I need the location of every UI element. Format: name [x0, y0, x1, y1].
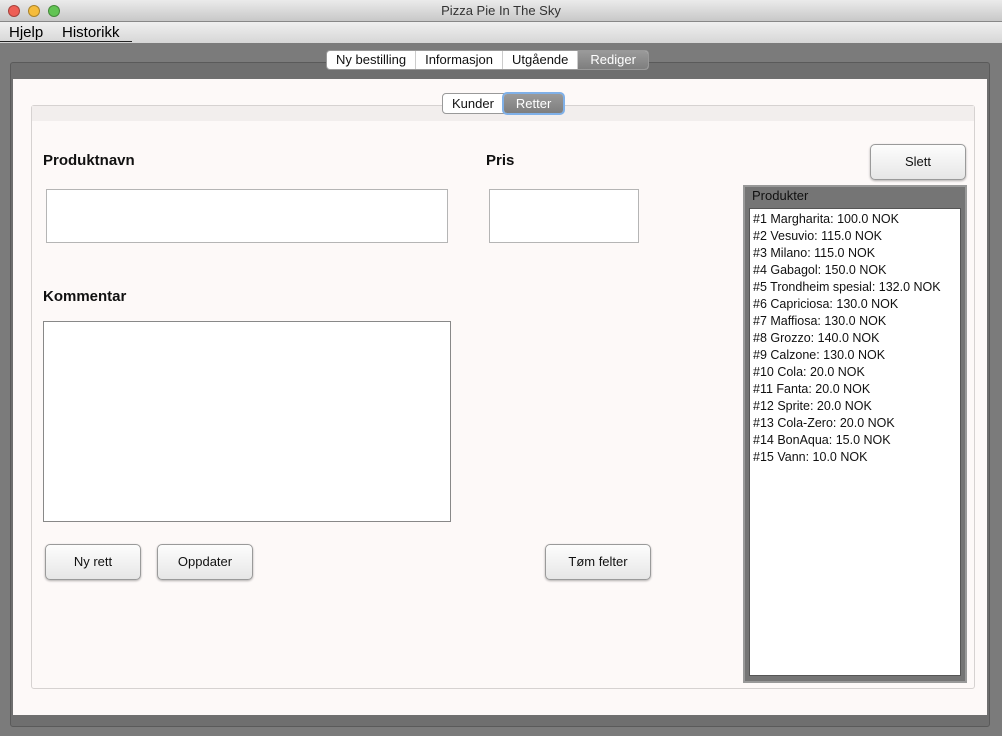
products-title: Produkter [750, 188, 811, 203]
tab-utgaende[interactable]: Utgående [503, 51, 579, 69]
product-list-item[interactable]: #7 Maffiosa: 130.0 NOK [753, 313, 960, 330]
tab-ny-bestilling[interactable]: Ny bestilling [327, 51, 417, 69]
new-dish-button[interactable]: Ny rett [45, 544, 141, 580]
menu-historikk[interactable]: Historikk [62, 22, 120, 43]
products-list[interactable]: #1 Margharita: 100.0 NOK #2 Vesuvio: 115.… [749, 208, 961, 676]
product-name-input[interactable] [46, 189, 448, 243]
comment-textarea[interactable] [43, 321, 451, 522]
menu-hjelp[interactable]: Hjelp [9, 22, 43, 43]
product-list-item[interactable]: #8 Grozzo: 140.0 NOK [753, 330, 960, 347]
product-list-item[interactable]: #14 BonAqua: 15.0 NOK [753, 432, 960, 449]
zoom-icon[interactable] [48, 5, 60, 17]
update-button[interactable]: Oppdater [157, 544, 253, 580]
comment-label: Kommentar [43, 288, 127, 305]
window-title: Pizza Pie In The Sky [441, 3, 561, 18]
product-list-item[interactable]: #4 Gabagol: 150.0 NOK [753, 262, 960, 279]
delete-button[interactable]: Slett [870, 144, 966, 180]
menu-bar: Hjelp Historikk [0, 22, 1002, 43]
product-list-item[interactable]: #13 Cola-Zero: 20.0 NOK [753, 415, 960, 432]
product-list-item[interactable]: #5 Trondheim spesial: 132.0 NOK [753, 279, 960, 296]
product-name-label: Produktnavn [43, 152, 135, 169]
product-list-item[interactable]: #10 Cola: 20.0 NOK [753, 364, 960, 381]
tab-rediger[interactable]: Rediger [578, 51, 648, 69]
minimize-icon[interactable] [28, 5, 40, 17]
tab-informasjon[interactable]: Informasjon [416, 51, 504, 69]
title-bar: Pizza Pie In The Sky [0, 0, 1002, 22]
main-tabs: Ny bestilling Informasjon Utgående Redig… [326, 50, 649, 70]
product-list-item[interactable]: #1 Margharita: 100.0 NOK [753, 211, 960, 228]
tab-kunder[interactable]: Kunder [443, 94, 504, 113]
product-list-item[interactable]: #9 Calzone: 130.0 NOK [753, 347, 960, 364]
clear-fields-button[interactable]: Tøm felter [545, 544, 651, 580]
tab-retter[interactable]: Retter [503, 94, 564, 113]
sub-tabs: Kunder Retter [442, 93, 565, 114]
product-list-item[interactable]: #3 Milano: 115.0 NOK [753, 245, 960, 262]
product-list-item[interactable]: #15 Vann: 10.0 NOK [753, 449, 960, 466]
menu-divider [0, 41, 132, 42]
product-list-item[interactable]: #11 Fanta: 20.0 NOK [753, 381, 960, 398]
price-label: Pris [486, 152, 515, 169]
close-icon[interactable] [8, 5, 20, 17]
product-list-item[interactable]: #12 Sprite: 20.0 NOK [753, 398, 960, 415]
product-list-item[interactable]: #2 Vesuvio: 115.0 NOK [753, 228, 960, 245]
price-input[interactable] [489, 189, 639, 243]
product-list-item[interactable]: #6 Capriciosa: 130.0 NOK [753, 296, 960, 313]
